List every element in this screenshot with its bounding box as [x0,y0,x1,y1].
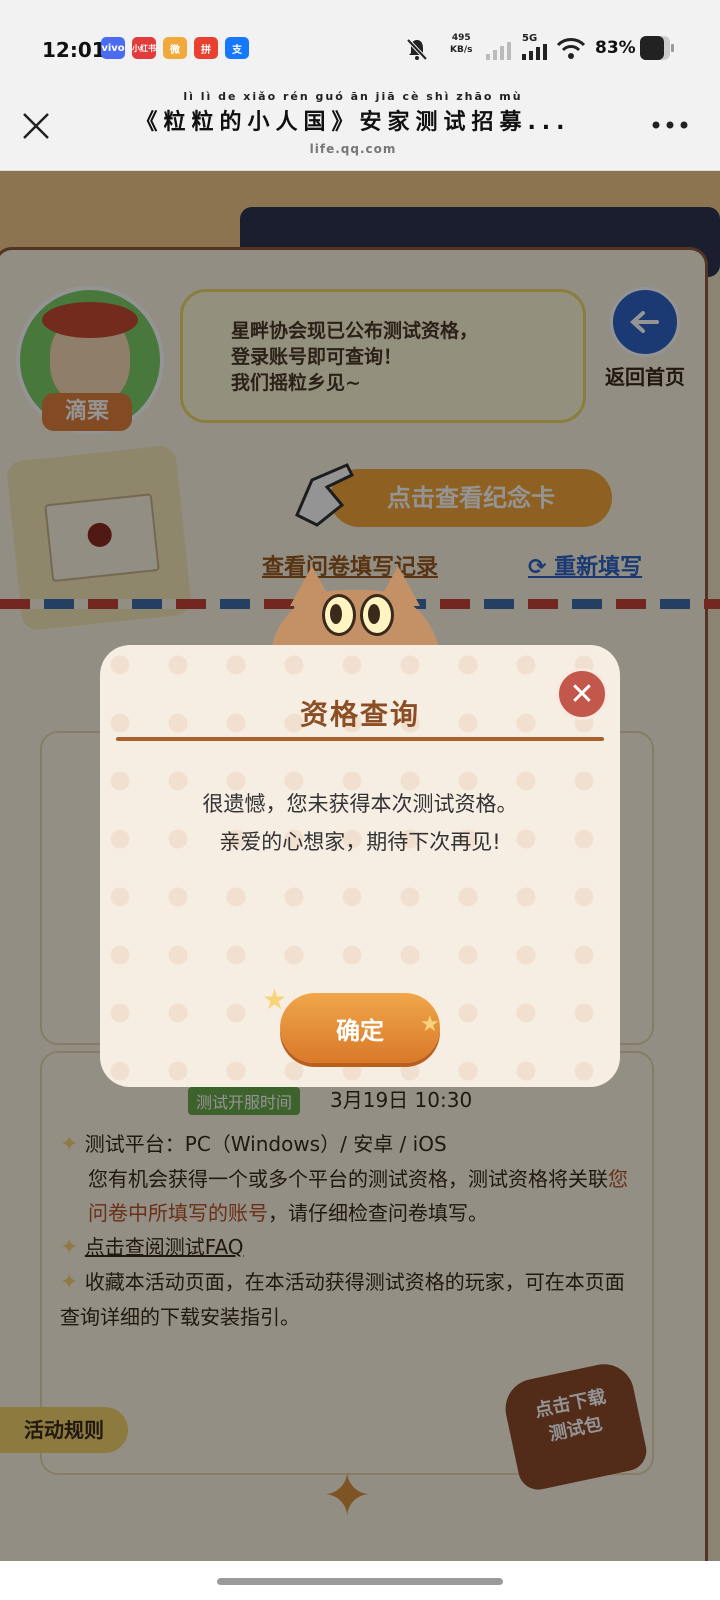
page-title: 《粒粒的小人国》安家测试招募... [135,110,571,135]
battery-percent: 83% [595,38,636,58]
alipay-app-icon: 支 [225,37,249,59]
network-type: 5G [522,33,538,44]
battery-icon [640,36,674,60]
mute-bell-icon [406,38,428,61]
browser-nav-bar: lì lì de xiǎo rén guó ān jiā cè shì zhāo… [0,82,720,171]
clock: 12:01 [42,38,106,62]
net-speed-value: 495 [451,33,471,43]
modal-message-line-2: 亲爱的心想家，期待下次再见! [219,830,501,854]
wifi-icon [556,38,586,59]
modal-title: 资格查询 [299,698,420,731]
xiaohongshu-app-icon: 小红书 [132,37,156,59]
modal-message: 很遗憾，您未获得本次测试资格。 亲爱的心想家，期待下次再见! [100,785,620,861]
vivo-app-icon: vivo [101,37,125,59]
confirm-button[interactable]: 确定 [280,993,440,1063]
signal-sim1-icon [486,42,511,60]
modal-message-line-1: 很遗憾，您未获得本次测试资格。 [202,792,518,816]
confirm-star-right-icon: ★ [420,1012,440,1037]
net-speed-unit: KB/s [450,45,473,55]
net-speed: 495 KB/s [450,32,472,56]
modal-close-icon[interactable]: ✕ [556,668,608,720]
home-indicator[interactable] [217,1578,503,1585]
status-bar: 12:01 vivo 小红书 微 拼 支 495 KB/s 5G 83% [0,0,720,82]
pinduoduo-app-icon: 拼 [194,37,218,59]
close-page-icon[interactable] [22,112,50,140]
page-title-block: lì lì de xiǎo rén guó ān jiā cè shì zhāo… [108,90,598,156]
weibo-app-icon: 微 [163,37,187,59]
modal-title-divider [116,737,604,741]
confirm-star-left-icon: ★ [262,983,288,1016]
page-url: life.qq.com [309,142,397,156]
more-options-icon[interactable] [652,120,688,130]
title-pinyin: lì lì de xiǎo rén guó ān jiā cè shì zhāo… [183,90,523,103]
signal-sim2-icon [522,44,547,60]
